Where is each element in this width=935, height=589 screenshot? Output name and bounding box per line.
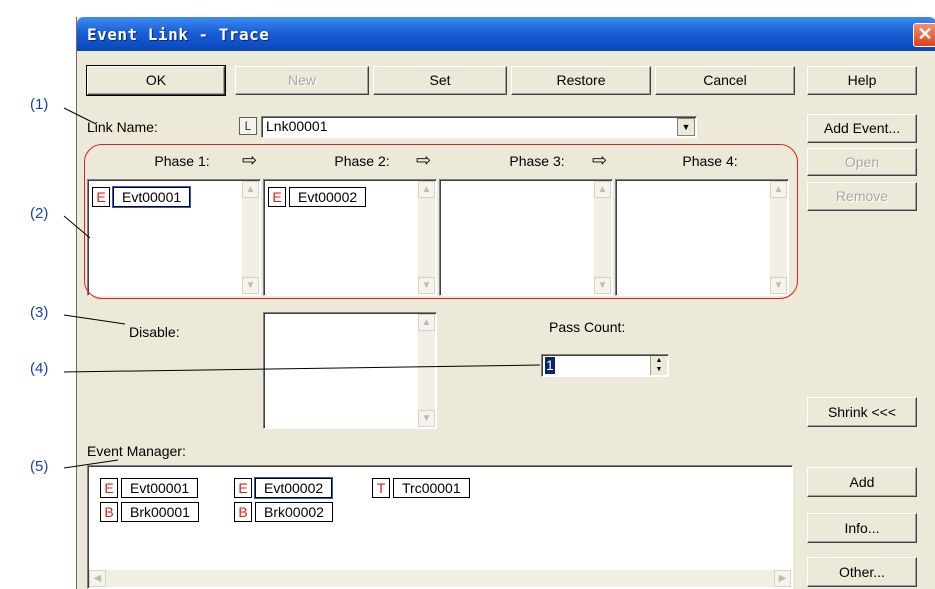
- pass-count-label: Pass Count:: [549, 319, 626, 335]
- add-event-button[interactable]: Add Event...: [807, 114, 917, 143]
- event-icon: E: [100, 478, 118, 498]
- scroll-up-icon[interactable]: ▲: [418, 314, 435, 331]
- callout-3: (3): [30, 304, 49, 321]
- list-item[interactable]: E Evt00002: [234, 477, 334, 499]
- remove-button[interactable]: Remove: [807, 182, 917, 211]
- event-manager-label: Event Manager:: [87, 443, 186, 459]
- window-title: Event Link - Trace: [87, 25, 270, 44]
- trace-icon: T: [372, 478, 390, 498]
- phase-highlight-oval: [84, 144, 798, 299]
- scroll-right-icon[interactable]: ▶: [774, 570, 791, 587]
- break-icon: B: [100, 502, 118, 522]
- info-button[interactable]: Info...: [807, 513, 917, 543]
- list-item[interactable]: B Brk00001: [100, 502, 199, 522]
- other-button[interactable]: Other...: [807, 557, 917, 587]
- break-icon: B: [234, 502, 252, 522]
- title-bar[interactable]: Event Link - Trace ✕: [77, 17, 935, 51]
- link-icon: L: [239, 117, 257, 135]
- restore-button[interactable]: Restore: [511, 66, 651, 95]
- cancel-button[interactable]: Cancel: [655, 66, 795, 95]
- callout-2: (2): [30, 205, 49, 222]
- callout-1: (1): [30, 96, 49, 113]
- callout-4: (4): [30, 360, 49, 377]
- ok-button[interactable]: OK: [86, 65, 226, 96]
- event-icon: E: [234, 478, 252, 498]
- help-button[interactable]: Help: [807, 66, 917, 95]
- disable-label: Disable:: [129, 324, 180, 340]
- pass-count-value[interactable]: 1: [545, 357, 555, 374]
- link-name-value: Lnk00001: [266, 118, 328, 134]
- horizontal-scrollbar[interactable]: ◀ ▶: [89, 570, 791, 587]
- link-name-combobox[interactable]: Lnk00001 ▼: [261, 116, 697, 138]
- spin-arrows-icon[interactable]: ▲ ▼: [650, 356, 667, 375]
- set-button[interactable]: Set: [373, 66, 507, 95]
- link-name-label: Link Name:: [87, 119, 158, 135]
- scroll-down-icon[interactable]: ▼: [418, 410, 435, 427]
- event-link-dialog: Event Link - Trace ✕ OK New Set Restore …: [76, 17, 935, 589]
- open-button[interactable]: Open: [807, 148, 917, 176]
- chevron-down-icon[interactable]: ▼: [677, 118, 695, 136]
- callout-5: (5): [30, 458, 49, 475]
- new-button[interactable]: New: [235, 66, 369, 95]
- event-manager-list[interactable]: E Evt00001 E Evt00002 T Trc00001 B Brk00…: [87, 465, 793, 589]
- disable-list[interactable]: ▲ ▼: [263, 312, 437, 429]
- shrink-button[interactable]: Shrink <<<: [807, 397, 917, 427]
- list-item[interactable]: T Trc00001: [372, 478, 470, 498]
- add-button[interactable]: Add: [807, 467, 917, 497]
- vertical-scrollbar[interactable]: ▲ ▼: [418, 314, 435, 427]
- list-item[interactable]: E Evt00001: [100, 478, 199, 498]
- close-icon[interactable]: ✕: [913, 23, 935, 47]
- pass-count-stepper[interactable]: 1 ▲ ▼: [541, 354, 669, 377]
- scroll-left-icon[interactable]: ◀: [89, 570, 106, 587]
- list-item[interactable]: B Brk00002: [234, 502, 333, 522]
